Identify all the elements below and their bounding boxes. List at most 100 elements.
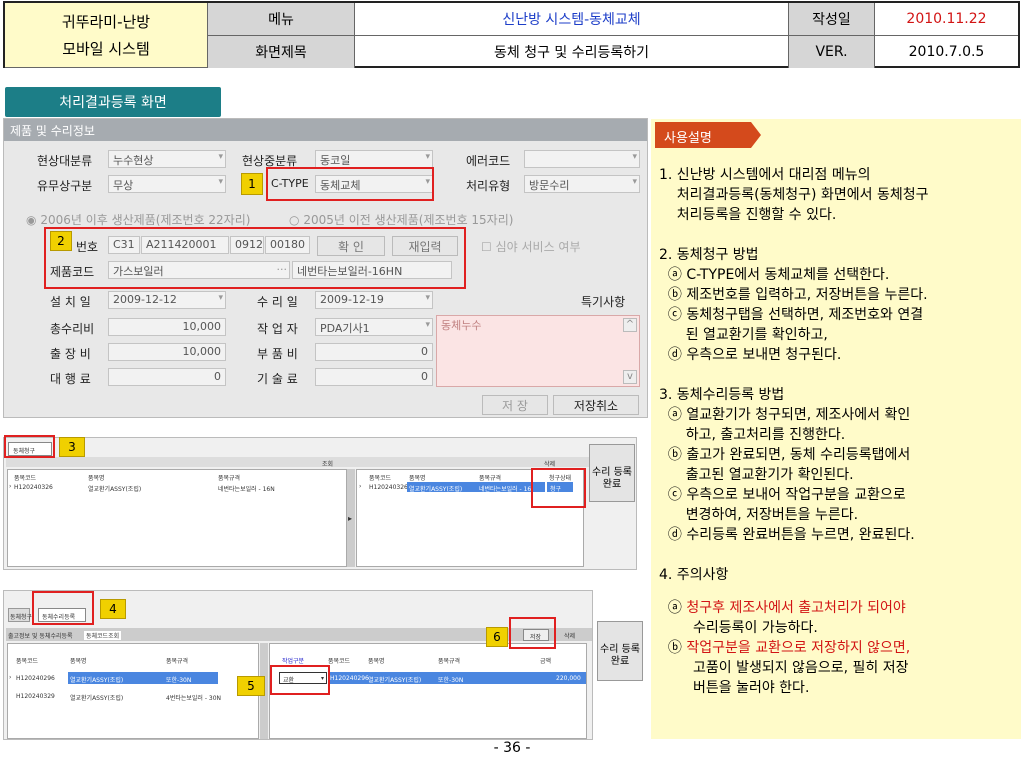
process-type-value: 방문수리 <box>529 179 570 192</box>
repair-complete-button[interactable]: 수리 등록 완료 <box>597 621 643 681</box>
highlight-ctype <box>266 167 434 201</box>
table-row[interactable]: › H120240296 열교환기ASSY(조립) 또한-30N <box>8 672 258 684</box>
warning-b-3: 버튼을 눌러야 한다. <box>693 680 810 696</box>
paid-type-value: 무상 <box>113 179 134 192</box>
claim-toolbar <box>6 457 634 467</box>
chevron-down-icon: ▾ <box>632 177 637 187</box>
section-tag: 처리결과등록 화면 <box>5 87 221 117</box>
parts-cost-label: 부 품 비 <box>257 347 298 361</box>
total-cost-field: 10,000 <box>108 318 226 336</box>
delete-small-label[interactable]: 삭제 <box>564 631 575 640</box>
radio-post2006[interactable]: ◉ 2006년 이후 생산제품(제조번호 22자리) <box>26 211 250 228</box>
table-row[interactable]: H120240329 열교환기ASSY(조립) 4번타는보일러 - 30N <box>8 690 258 702</box>
cell: 열교환기ASSY(조립) <box>70 695 124 702</box>
cell: H120240296 <box>330 675 369 682</box>
cell: 4번타는보일러 - 30N <box>166 695 222 702</box>
repair-complete-button[interactable]: 수리 등록 완료 <box>589 444 635 502</box>
col-header: 작업구분 <box>282 658 305 665</box>
repair-date-field[interactable]: 2009-12-19 ▾ <box>315 291 433 309</box>
page-number: - 36 - <box>493 740 531 756</box>
agency-fee-field[interactable]: 0 <box>108 368 226 386</box>
chevron-down-icon: ▾ <box>218 152 223 162</box>
date-label: 작성일 <box>789 3 875 36</box>
instruction-line: ⓐ 열교환기가 청구되면, 제조사에서 확인 <box>659 407 911 423</box>
repair-complete-label-2: 완료 <box>610 656 630 667</box>
symptom-major-select[interactable]: 누수현상 ▾ <box>108 150 226 168</box>
symptom-minor-select[interactable]: 동코일 ▾ <box>315 150 433 168</box>
radio-empty-icon: ○ <box>289 213 300 227</box>
scroll-up-icon[interactable]: ^ <box>623 318 637 332</box>
trip-cost-field[interactable]: 10,000 <box>108 343 226 361</box>
install-date-label: 설 치 일 <box>50 295 91 309</box>
install-date-field[interactable]: 2009-12-12 ▾ <box>108 291 226 309</box>
system-name-line2: 모바일 시스템 <box>62 40 150 58</box>
night-service-checkbox[interactable]: ☐ 심야 서비스 여부 <box>481 238 581 255</box>
repair-complete-label-2: 완료 <box>602 479 622 490</box>
repair-complete-label-1: 수리 등록 <box>592 467 632 478</box>
col-header: 품목코드 <box>16 658 39 665</box>
cell: 네번타는보일러 - 16 <box>479 486 532 493</box>
claim-tab-small[interactable]: 동체청구 <box>8 608 33 622</box>
symptom-major-value: 누수현상 <box>113 154 154 167</box>
menu-value: 신난방 시스템-동체교체 <box>355 3 789 36</box>
process-type-label: 처리유형 <box>466 179 511 193</box>
scroll-down-icon[interactable]: v <box>623 370 637 384</box>
install-date-value: 2009-12-12 <box>113 293 177 306</box>
radio-post2006-label: 2006년 이후 생산제품(제조번호 22자리) <box>40 213 251 227</box>
total-cost-label: 총수리비 <box>50 322 95 336</box>
chevron-down-icon: ▾ <box>425 293 430 303</box>
warning-a-prefix: ⓐ <box>659 600 687 616</box>
worker-select[interactable]: PDA기사1 ▾ <box>315 318 433 336</box>
chevron-down-icon: ▾ <box>425 320 430 330</box>
cancel-save-button[interactable]: 저장취소 <box>553 395 639 415</box>
chevron-down-icon: ▾ <box>425 152 430 162</box>
highlight-repair-tab <box>32 591 94 625</box>
version-value: 2010.7.0.5 <box>908 44 985 60</box>
row-pointer-icon: › <box>9 483 12 490</box>
warning-a-text-1: 청구후 제조사에서 출고처리가 되어야 <box>686 600 906 616</box>
error-code-select[interactable]: ▾ <box>524 150 640 168</box>
arrow-right-icon: ▸ <box>348 514 353 523</box>
paid-type-label: 유무상구분 <box>37 179 93 193</box>
chevron-down-icon: ▾ <box>218 293 223 303</box>
highlight-save-button <box>509 617 556 649</box>
instruction-line: 변경하여, 저장버튼을 누른다. <box>659 507 859 523</box>
col-header: 품목코드 <box>369 475 392 482</box>
col-header: 품목명 <box>409 475 426 482</box>
radio-pre2005-label: 2005년 이전 생산제품(제조번호 15자리) <box>303 213 514 227</box>
subtab-body-lookup[interactable]: 동체코드조회 <box>84 631 122 640</box>
row-pointer-icon: › <box>9 674 12 681</box>
lookup-label[interactable]: 조회 <box>322 459 333 468</box>
parts-cost-field[interactable]: 0 <box>315 343 433 361</box>
paid-type-select[interactable]: 무상 ▾ <box>108 175 226 193</box>
trip-cost-label: 출 장 비 <box>50 347 91 361</box>
repair-complete-label-1: 수리 등록 <box>600 644 640 655</box>
process-type-select[interactable]: 방문수리 ▾ <box>524 175 640 193</box>
tech-fee-field[interactable]: 0 <box>315 368 433 386</box>
warning-b-prefix: ⓑ <box>659 640 687 656</box>
col-header: 품목규격 <box>166 658 189 665</box>
save-button[interactable]: 저 장 <box>482 395 548 415</box>
claim-screen: 동체청구 조회 삭제 품목코드 품목명 품목규격 › H120240326 열교… <box>3 435 637 570</box>
instruction-line: ⓓ 수리등록 완료버튼을 누르면, 완료된다. <box>659 527 915 543</box>
special-notes-textarea[interactable]: 동체누수 ^ v <box>436 315 640 387</box>
special-notes-value: 동체누수 <box>441 319 482 332</box>
table-row[interactable]: › H120240326 열교환기ASSY(조립) 네번타는보일러 - 16N <box>8 482 346 493</box>
move-right-handle[interactable]: ▸ <box>347 469 355 567</box>
instruction-line: 하고, 출고처리를 진행한다. <box>659 427 846 443</box>
warning-b-text-1: 작업구분을 교환으로 저장하지 않으면, <box>686 640 911 656</box>
delete-label[interactable]: 삭제 <box>544 459 555 468</box>
subtab-shipping[interactable]: 출고정보 및 동체수리등록 <box>8 631 73 640</box>
marker-5: 5 <box>237 676 265 696</box>
instruction-line: 된 열교환기를 확인하고, <box>659 327 828 343</box>
document-header: 귀뚜라미-난방 모바일 시스템 메뉴 신난방 시스템-동체교체 작성일 2010… <box>3 1 1020 68</box>
col-header: 품목규격 <box>479 475 502 482</box>
instruction-line: ⓐ C-TYPE에서 동체교체를 선택한다. <box>659 267 890 283</box>
claim-tab-small-label: 동체청구 <box>10 614 33 621</box>
cell: 또한-30N <box>166 677 192 684</box>
cell: H120240326 <box>14 484 53 491</box>
instruction-line: ⓒ 우측으로 보내어 작업구분을 교환으로 <box>659 487 906 503</box>
radio-pre2005[interactable]: ○ 2005년 이전 생산제품(제조번호 15자리) <box>289 211 513 228</box>
row-pointer-icon: › <box>359 483 362 490</box>
worker-label: 작 업 자 <box>257 322 298 336</box>
